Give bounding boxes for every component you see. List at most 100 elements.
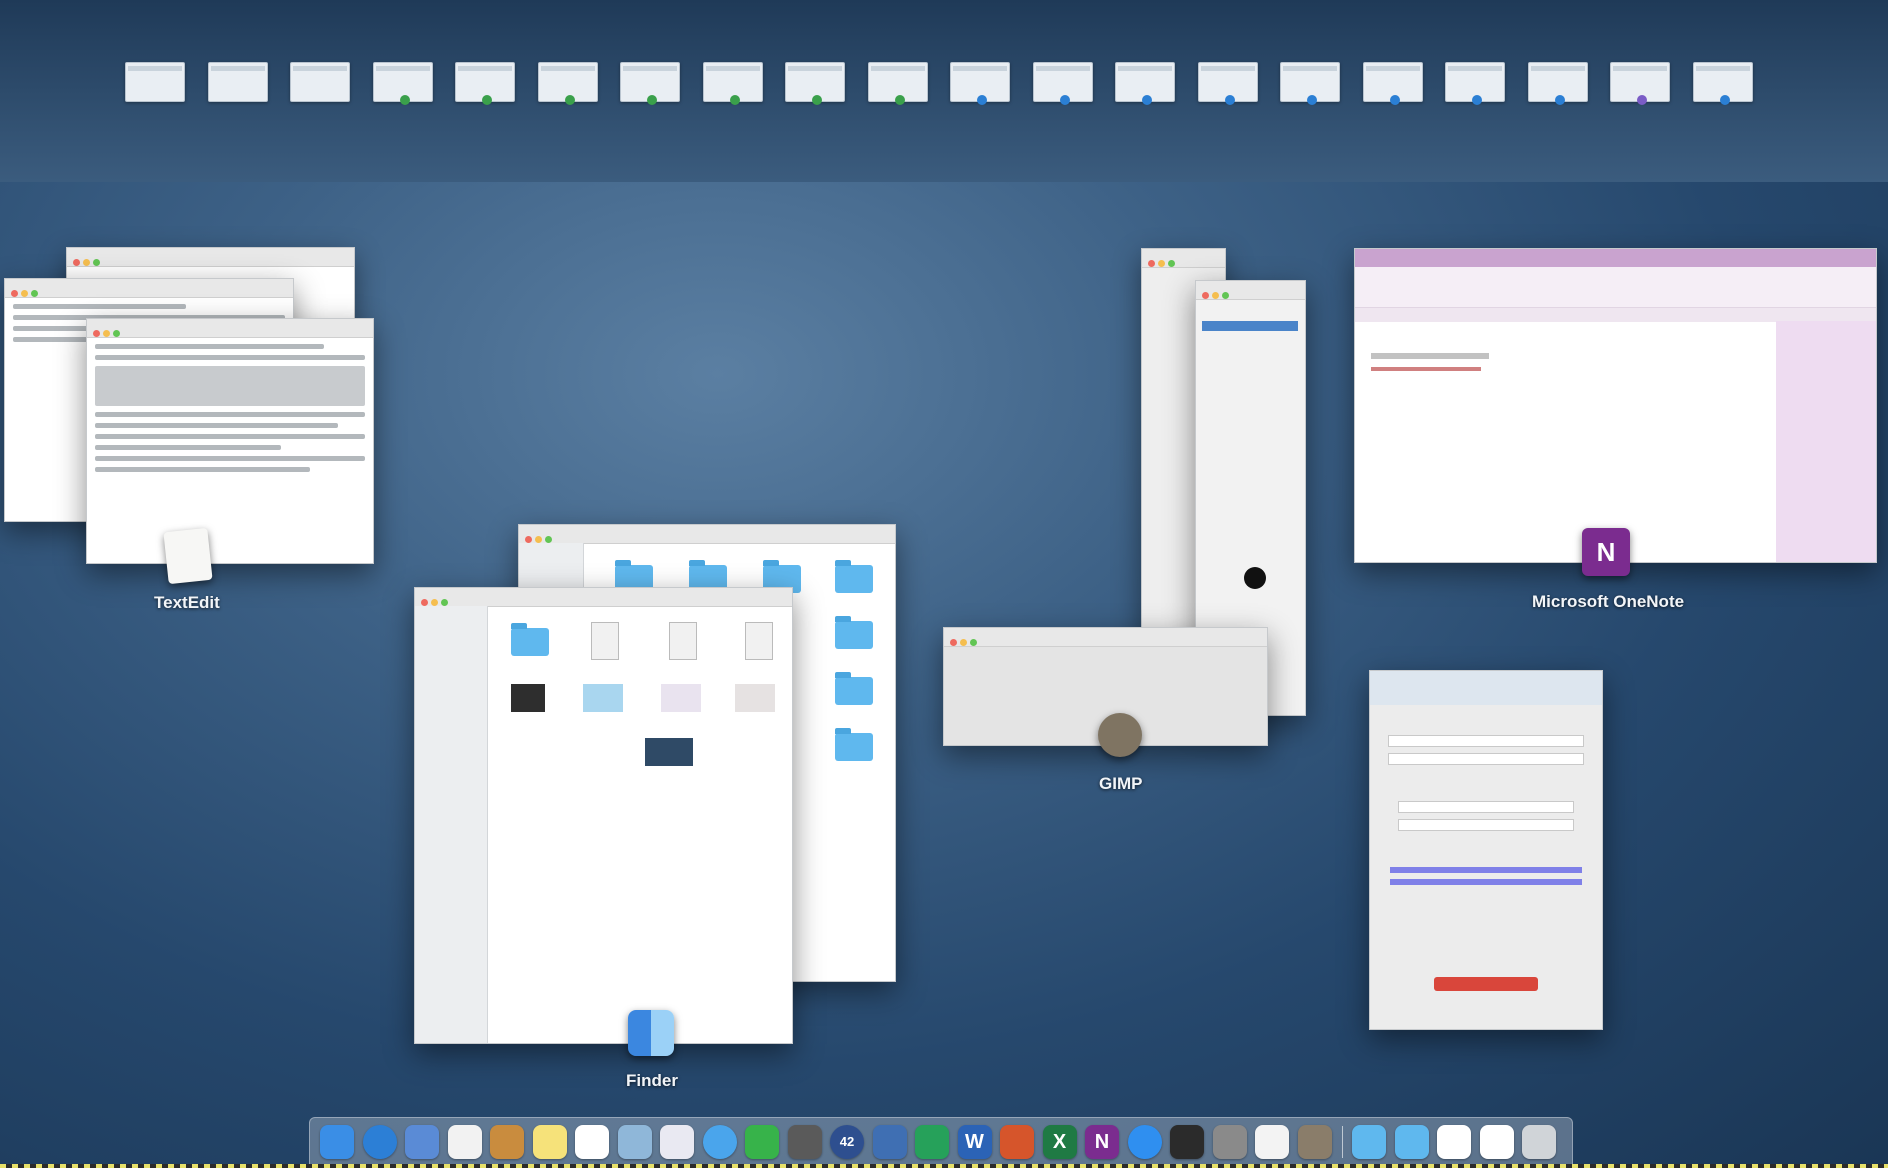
app-42-icon[interactable]: 42 [830,1125,864,1159]
textedit-titlebar[interactable] [67,248,354,267]
finder-titlebar[interactable] [415,588,792,607]
app-badge-icon [729,95,740,105]
image-thumbnail[interactable] [735,684,775,712]
thumbnail-titlebar [705,66,760,71]
space-thumbnail-20[interactable] [1692,62,1753,105]
document-icon[interactable] [591,622,619,660]
document-1-icon[interactable] [1437,1125,1471,1159]
document-2-icon[interactable] [1479,1125,1514,1159]
folder-icon[interactable] [835,728,873,761]
word-icon[interactable]: W [957,1125,992,1159]
mail-icon[interactable] [405,1125,439,1159]
onenote-ribbon[interactable] [1355,267,1876,308]
proxy-field[interactable] [1398,819,1574,831]
space-thumbnail-5[interactable] [455,62,515,105]
username-field[interactable] [1388,735,1584,747]
finder-titlebar[interactable] [519,525,895,544]
space-thumbnail-2[interactable] [207,62,268,102]
system-preferences-icon[interactable] [1212,1125,1247,1159]
account-dialog-tabs[interactable] [1370,671,1602,705]
messages-icon[interactable] [702,1125,737,1159]
mission-control-spaces-bar [0,0,1888,182]
safari-icon[interactable] [362,1125,397,1159]
ibooks-icon[interactable] [872,1125,907,1159]
folder-documents-icon[interactable] [1394,1125,1429,1159]
brush-icon[interactable] [1244,567,1266,589]
excel-glyph: X [1052,1131,1067,1153]
space-thumbnail-3[interactable] [290,62,350,102]
space-thumbnail-9[interactable] [785,62,845,105]
image-thumbnail[interactable] [583,684,623,712]
thumbnail-titlebar [210,66,265,71]
onenote-pages-pane[interactable] [1776,321,1876,562]
gimp-icon[interactable] [1297,1125,1332,1159]
space-thumbnail-1[interactable] [125,62,185,102]
gimp-icon [1098,713,1142,757]
app-badge-icon [977,95,987,105]
space-thumbnail-15[interactable] [1280,62,1340,105]
space-thumbnail-4[interactable] [372,62,433,105]
textedit-titlebar[interactable] [87,319,373,338]
excel-icon[interactable]: X [1042,1125,1077,1159]
space-thumbnail-18[interactable] [1527,62,1588,105]
finder-window-front[interactable] [414,587,793,1044]
location-field[interactable] [1398,801,1574,813]
image-thumbnail[interactable] [511,684,545,712]
reminders-icon[interactable] [575,1125,609,1159]
folder-applications-icon[interactable] [1352,1125,1386,1159]
facetime-icon[interactable] [745,1125,779,1159]
finder-icon[interactable] [320,1125,354,1159]
document-icon[interactable] [669,622,697,660]
gimp-image-titlebar[interactable] [944,628,1267,647]
primary-action-button[interactable] [1434,977,1538,991]
app-store-icon[interactable] [1127,1125,1162,1159]
trash-icon[interactable] [1522,1125,1556,1159]
folder-icon[interactable] [835,560,873,593]
space-thumbnail-14[interactable] [1197,62,1258,105]
onenote-titlebar[interactable] [1355,249,1876,267]
folder-icon[interactable] [835,616,873,649]
space-thumbnail-17[interactable] [1445,62,1505,105]
numbers-icon[interactable] [915,1125,949,1159]
text-block [95,366,365,406]
folder-icon[interactable] [511,623,549,656]
gimp-toolbox-titlebar[interactable] [1142,249,1225,268]
itunes-icon[interactable] [660,1125,694,1159]
screen-edge-strip [0,1164,1888,1168]
image-thumbnail[interactable] [661,684,701,712]
gimp-dock-titlebar[interactable] [1196,281,1305,300]
thumbnail-titlebar [128,66,182,71]
space-thumbnail-16[interactable] [1362,62,1423,105]
onenote-window[interactable] [1354,248,1877,563]
account-dialog-window[interactable] [1369,670,1603,1030]
text-line [95,412,365,417]
folder-icon[interactable] [835,672,873,705]
notes-icon[interactable] [532,1125,567,1159]
space-thumbnail-8[interactable] [702,62,763,105]
text-line [13,304,186,309]
terminal-icon[interactable] [1170,1125,1204,1159]
preview-icon[interactable] [617,1125,652,1159]
finder-sidebar[interactable] [415,606,488,1043]
space-thumbnail-11[interactable] [950,62,1010,105]
contacts-icon[interactable] [490,1125,524,1159]
activity-icon[interactable] [787,1125,822,1159]
space-thumbnail-7[interactable] [620,62,680,105]
image-thumbnail[interactable] [645,738,693,766]
powerpoint-icon[interactable] [1000,1125,1034,1159]
layer-selected[interactable] [1202,321,1298,331]
space-thumbnail-10[interactable] [867,62,928,105]
textedit-window-front[interactable] [86,318,374,564]
space-thumbnail-12[interactable] [1032,62,1093,105]
document-icon[interactable] [745,622,773,660]
onenote-letter: N [1596,537,1616,567]
onenote-icon[interactable]: N [1085,1125,1119,1159]
space-thumbnail-13[interactable] [1115,62,1175,105]
calendar-icon[interactable] [447,1125,482,1159]
space-thumbnail-6[interactable] [537,62,598,105]
space-thumbnail-19[interactable] [1610,62,1670,105]
textedit-titlebar[interactable] [5,279,293,298]
textedit-icon[interactable] [1255,1125,1289,1159]
password-field[interactable] [1388,753,1584,765]
onenote-section-tabs[interactable] [1355,308,1876,322]
